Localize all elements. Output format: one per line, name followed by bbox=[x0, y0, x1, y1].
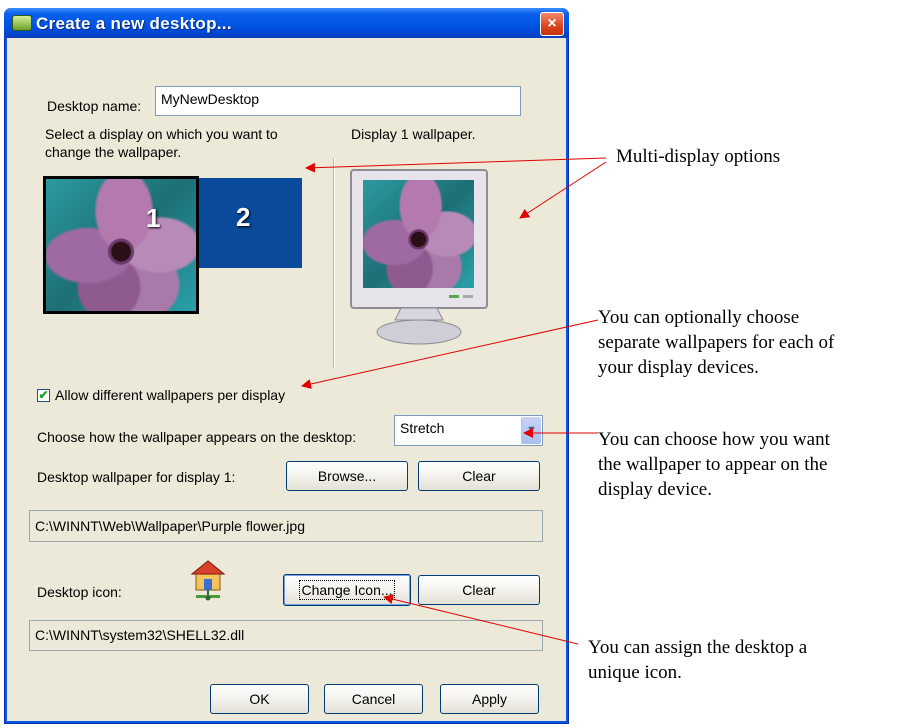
arrow-to-change-icon bbox=[383, 594, 579, 645]
arrow-to-checkbox bbox=[301, 319, 599, 389]
annotation-arrows bbox=[301, 157, 607, 645]
arrow-to-display-thumbnails bbox=[305, 157, 607, 173]
arrow-to-monitor-preview bbox=[519, 161, 607, 219]
